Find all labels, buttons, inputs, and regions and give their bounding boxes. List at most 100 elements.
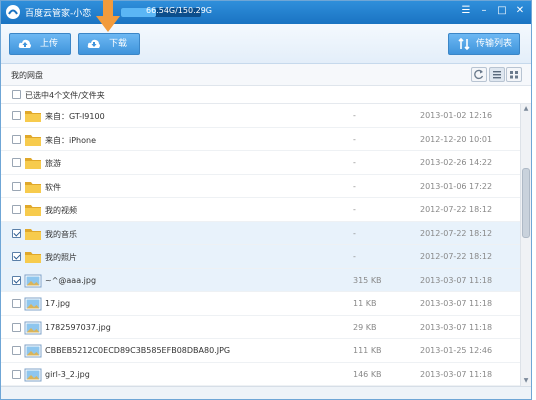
list-view-button[interactable] [489, 67, 505, 82]
file-size: 11 KB [353, 299, 377, 308]
file-size: - [353, 252, 356, 261]
file-row[interactable]: 来自：GT-I9100 - 2013-01-02 12:16 [1, 104, 520, 128]
list-view-icon [493, 71, 501, 79]
scroll-thumb[interactable] [522, 168, 530, 238]
image-file-icon [24, 274, 42, 287]
folder-icon [25, 252, 41, 263]
selection-bar: 已选中4个文件/文件夹 [1, 86, 531, 104]
file-date: 2013-03-07 11:18 [420, 299, 493, 308]
app-window: 百度云管家-小恋 66.54G/150.29G ☰ – □ ✕ 上传 下载 传输… [0, 0, 532, 400]
row-checkbox[interactable] [12, 322, 21, 332]
file-row[interactable]: 我的音乐 - 2012-07-22 18:12 [1, 221, 520, 245]
file-date: 2013-01-06 17:22 [420, 181, 493, 191]
transfer-list-button[interactable]: 传输列表 [448, 33, 520, 55]
file-row[interactable]: 软件 - 2013-01-06 17:22 [1, 175, 520, 198]
row-checkbox[interactable] [12, 275, 21, 285]
download-button[interactable]: 下载 [78, 33, 140, 55]
maximize-icon[interactable]: □ [495, 4, 509, 18]
file-row[interactable]: ~^@aaa.jpg 315 KB 2013-03-07 11:18 [1, 268, 520, 292]
file-size: - [353, 205, 356, 214]
row-checkbox[interactable] [12, 369, 21, 379]
file-size: - [353, 158, 356, 167]
file-size: - [353, 181, 356, 191]
file-name: 我的照片 [45, 253, 77, 262]
file-size: - [353, 228, 356, 238]
file-name: 17.jpg [45, 299, 71, 308]
status-bar [1, 386, 531, 399]
folder-icon [25, 228, 41, 240]
image-file-icon [24, 344, 42, 358]
row-checkbox[interactable] [12, 111, 21, 120]
menu-icon[interactable]: ☰ [459, 4, 473, 18]
file-row[interactable]: 我的视频 - 2012-07-22 18:12 [1, 198, 520, 222]
image-file-icon [24, 297, 42, 311]
file-name: CBBEB5212C0ECD89C3B585EFB08DBA80.JPG [45, 346, 231, 355]
file-date: 2013-01-02 12:16 [420, 111, 493, 120]
file-date: 2013-03-07 11:18 [420, 322, 493, 332]
file-row[interactable]: CBBEB5212C0ECD89C3B585EFB08DBA80.JPG 111 … [1, 339, 520, 363]
file-name: girl-3_2.jpg [45, 369, 90, 379]
breadcrumb[interactable]: 我的网盘 [11, 70, 43, 81]
toolbar: 上传 下载 传输列表 [1, 24, 531, 64]
path-bar: 我的网盘 [1, 64, 531, 86]
baidu-cloud-logo-icon [6, 5, 20, 19]
file-date: 2013-03-07 11:18 [420, 275, 493, 285]
window-title: 百度云管家-小恋 [25, 9, 92, 19]
refresh-button[interactable] [471, 67, 487, 82]
refresh-icon [474, 69, 484, 80]
selection-count: 已选中4个文件/文件夹 [25, 91, 105, 100]
file-row[interactable]: 我的照片 - 2012-07-22 18:12 [1, 245, 520, 269]
file-name: 软件 [45, 182, 61, 192]
folder-icon [25, 205, 41, 216]
row-checkbox[interactable] [12, 134, 21, 144]
folder-icon [25, 111, 41, 122]
file-size: 111 KB [353, 346, 382, 355]
upload-button[interactable]: 上传 [9, 33, 71, 55]
grid-view-icon [510, 71, 518, 79]
cloud-download-icon [87, 39, 100, 48]
scroll-up-icon[interactable]: ▲ [521, 104, 531, 114]
file-date: 2013-02-26 14:22 [420, 158, 493, 167]
transfer-arrows-icon [458, 37, 470, 51]
row-checkbox[interactable] [12, 181, 21, 191]
file-row[interactable]: 来自：iPhone - 2012-12-20 10:01 [1, 128, 520, 151]
file-date: 2012-07-22 18:12 [420, 228, 493, 238]
download-pointer-arrow-icon [96, 0, 120, 32]
file-row[interactable]: 17.jpg 11 KB 2013-03-07 11:18 [1, 292, 520, 316]
download-label: 下载 [109, 39, 128, 49]
minimize-icon[interactable]: – [477, 4, 491, 18]
file-list: 来自：GT-I9100 - 2013-01-02 12:16 来自：iPhone - 20… [1, 104, 520, 386]
file-date: 2012-07-22 18:12 [420, 252, 493, 261]
file-date: 2012-12-20 10:01 [420, 134, 493, 144]
file-size: - [353, 111, 356, 120]
file-date: 2013-03-07 11:18 [420, 369, 493, 379]
file-name: 我的音乐 [45, 229, 77, 239]
file-name: 来自：GT-I9100 [45, 112, 105, 121]
file-row[interactable]: 旅游 - 2013-02-26 14:22 [1, 151, 520, 175]
row-checkbox[interactable] [12, 299, 21, 308]
select-all-checkbox[interactable] [12, 90, 21, 99]
close-icon[interactable]: ✕ [513, 4, 527, 18]
image-file-icon [24, 368, 42, 381]
row-checkbox[interactable] [12, 228, 21, 238]
folder-icon [25, 181, 41, 193]
file-row[interactable]: 1782597037.jpg 29 KB 2013-03-07 11:18 [1, 316, 520, 339]
image-file-icon [24, 321, 42, 334]
folder-icon [25, 134, 41, 146]
file-date: 2012-07-22 18:12 [420, 205, 493, 214]
row-checkbox[interactable] [12, 205, 21, 214]
row-checkbox[interactable] [12, 158, 21, 167]
row-checkbox[interactable] [12, 252, 21, 261]
file-size: 315 KB [353, 275, 382, 285]
title-bar: 百度云管家-小恋 66.54G/150.29G ☰ – □ ✕ [1, 1, 531, 24]
scroll-down-icon[interactable]: ▼ [521, 376, 531, 386]
file-name: ~^@aaa.jpg [45, 275, 97, 285]
file-name: 我的视频 [45, 206, 77, 215]
file-row[interactable]: girl-3_2.jpg 146 KB 2013-03-07 11:18 [1, 363, 520, 386]
row-checkbox[interactable] [12, 346, 21, 355]
cloud-upload-icon [18, 39, 31, 48]
file-name: 旅游 [45, 159, 61, 168]
file-name: 1782597037.jpg [45, 322, 111, 332]
scrollbar[interactable]: ▲ ▼ [520, 104, 531, 386]
grid-view-button[interactable] [506, 67, 522, 82]
